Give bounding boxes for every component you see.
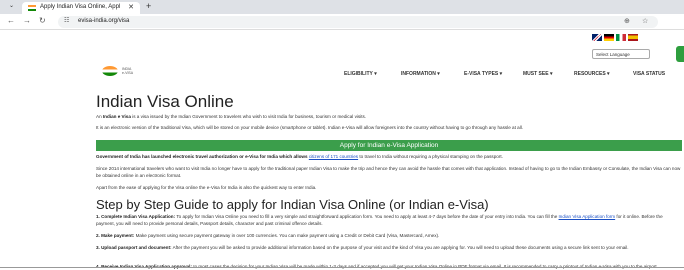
language-select[interactable]: Select Language <box>592 49 650 59</box>
zoom-icon[interactable]: ⊕ <box>624 17 630 25</box>
page-title: Indian Visa Online <box>96 92 234 111</box>
language-bar: Select Language <box>588 34 678 64</box>
menu-resources[interactable]: RESOURCES ▾ <box>574 71 610 77</box>
bookmark-star-icon[interactable]: ☆ <box>642 17 648 25</box>
site-info-icon[interactable]: ☷ <box>64 17 69 24</box>
forward-arrow-icon[interactable]: → <box>23 16 31 25</box>
menu-evisa-types[interactable]: E-VISA TYPES ▾ <box>464 71 502 77</box>
government-paragraph: Government of India has launched electro… <box>96 154 503 159</box>
green-header-button[interactable] <box>676 46 684 62</box>
india-flag-favicon-icon <box>28 5 36 11</box>
step-1: 1. Complete Indian Visa Application: To … <box>96 214 663 226</box>
uk-flag-icon[interactable] <box>592 34 602 41</box>
countries-link[interactable]: citizens of 171 countries <box>309 154 358 159</box>
apart-paragraph: Apart from the ease of applying for the … <box>96 185 317 190</box>
browser-toolbar: ← → ↻ ☷ evisa-india.org/visa ⊕ ☆ <box>0 14 684 30</box>
site-logo-icon[interactable] <box>102 66 118 76</box>
reload-icon[interactable]: ↻ <box>39 16 46 25</box>
browser-tab-bar: ⌄ Apply Indian Visa Online, Appl ✕ + <box>0 0 684 14</box>
address-bar[interactable]: ☷ evisa-india.org/visa ⊕ ☆ <box>58 16 658 28</box>
menu-must-see[interactable]: MUST SEE ▾ <box>523 71 552 77</box>
menu-eligibility[interactable]: ELIGIBILITY ▾ <box>344 71 377 77</box>
menu-information[interactable]: INFORMATION ▾ <box>401 71 440 77</box>
tab-search-icon[interactable]: ⌄ <box>9 2 14 9</box>
bottom-divider <box>0 267 684 268</box>
germany-flag-icon[interactable] <box>604 34 614 41</box>
application-form-link[interactable]: Indian Visa Application form <box>559 214 616 219</box>
url-text[interactable]: evisa-india.org/visa <box>78 18 129 24</box>
close-tab-icon[interactable]: ✕ <box>128 3 134 11</box>
intro-paragraph-2: It is an electronic version of the tradi… <box>96 125 524 130</box>
logo-text: INDIA e-VISA <box>122 67 134 75</box>
tab-title: Apply Indian Visa Online, Appl <box>40 4 121 10</box>
step-2: 2. Make payment: Make payment using secu… <box>96 233 440 238</box>
intro-paragraph-1: An Indian e Visa is a visa issued by the… <box>96 114 367 119</box>
menu-visa-status[interactable]: VISA STATUS <box>633 71 665 77</box>
browser-tab[interactable]: Apply Indian Visa Online, Appl ✕ <box>22 2 140 14</box>
spain-flag-icon[interactable] <box>628 34 638 41</box>
step-3: 3. Upload passport and document: After t… <box>96 245 629 250</box>
apply-evisa-button[interactable]: Apply for Indian e-Visa Application <box>96 140 682 151</box>
new-tab-button[interactable]: + <box>146 1 151 11</box>
italy-flag-icon[interactable] <box>616 34 626 41</box>
guide-heading: Step by Step Guide to apply for Indian V… <box>96 197 489 212</box>
back-arrow-icon[interactable]: ← <box>7 16 15 25</box>
since-2014-paragraph: Since 2014 international travelers who w… <box>96 166 681 178</box>
